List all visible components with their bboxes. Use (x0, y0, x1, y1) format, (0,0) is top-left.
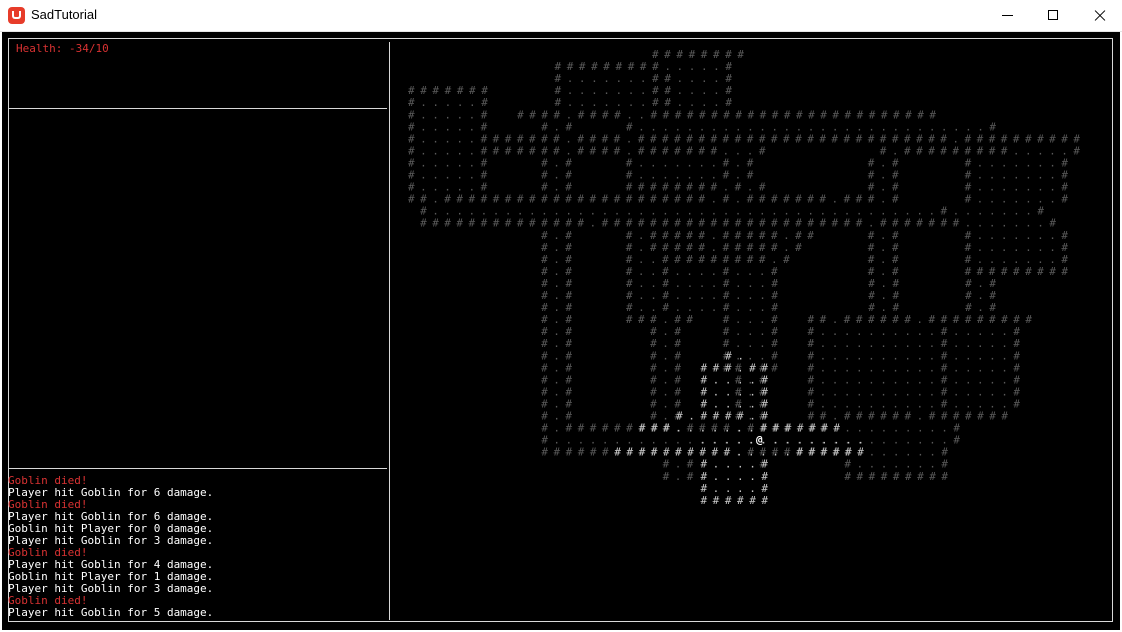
window-title: SadTutorial (31, 7, 97, 22)
map-row-explored: #.....# #.# #...........................… (408, 120, 996, 133)
map-row-explored: #########.....# (408, 60, 732, 73)
map-row-visible: #. (408, 349, 744, 362)
map-row-visible: #....# (408, 482, 768, 495)
map-row-explored: #.# #.# #...# #..........#.....# (408, 337, 1020, 350)
map-row-explored: ######## (408, 48, 744, 61)
map-row-explored: #.# #..#########.# #.# #.......# (408, 253, 1068, 266)
map-row-visible: ###.......####### (408, 422, 840, 435)
map-row-explored: #.# ###.## #...# ##.######.######### (408, 313, 1032, 326)
map-row-explored: #.......##....# (408, 72, 732, 85)
map-row-explored: #.# #.#####.#####.# #.# #.......# (408, 241, 1068, 254)
map-row-explored: #.......................................… (408, 205, 1044, 218)
minimize-button[interactable] (984, 0, 1030, 31)
dungeon-map[interactable]: ######## #########.....# #.......##....#… (392, 42, 1112, 620)
map-row-visible: #.####.# (408, 410, 768, 423)
map-row-explored: #.# #..#....#...# #.# ######### (408, 265, 1068, 278)
minimize-icon (1002, 15, 1013, 16)
map-row-explored: ####### #.......##....# (408, 84, 732, 97)
player-glyph: @ (756, 434, 763, 447)
map-grid[interactable]: ######## #########.....# #.......##....#… (392, 42, 1112, 620)
map-row-explored: #.# #..#....#...# #.# #.# (408, 277, 996, 290)
map-row-explored: #.....# #.......##....# (408, 96, 732, 109)
map-row-explored: ##############.######################.##… (408, 217, 1056, 230)
map-row-explored: #.................................# (408, 434, 960, 447)
map-row-explored: #.....#######.####.#######...# #.#######… (408, 144, 1080, 157)
map-row-explored: #.....# ####.####..#####################… (408, 108, 936, 121)
map-row-visible: ##########.....###### (408, 446, 876, 459)
close-button[interactable] (1076, 0, 1122, 31)
map-row-visible: #....# (408, 397, 768, 410)
maximize-button[interactable] (1030, 0, 1076, 31)
map-row-visible: #....# (408, 458, 768, 471)
map-row-visible: #....# (408, 373, 768, 386)
map-row-visible: ###.## (408, 361, 768, 374)
map-row-explored: #.#########.####.####.##..........# (408, 422, 960, 435)
map-row-visible: ###### (408, 494, 768, 507)
log-divider (9, 468, 387, 469)
app-icon (8, 7, 25, 24)
map-row-explored: #.# #.#####.#####.## #.# #.......# (408, 229, 1068, 242)
map-row-visible: #....# (408, 470, 768, 483)
panel-divider-vertical (389, 42, 390, 620)
log-message: Player hit Goblin for 5 damage. (8, 606, 214, 619)
map-row-explored: #.# #..#....#...# #.# #.# (408, 301, 996, 314)
game-viewport[interactable]: Health: -34/10 Goblin died! Player hit Go… (2, 32, 1120, 630)
title-bar: SadTutorial (0, 0, 1122, 32)
map-row-explored: #.....# #.# #.......#.# #.# #.......# (408, 156, 1068, 169)
map-row-visible: #....# (408, 385, 768, 398)
map-row-explored: #.# #.# #...# #..........#.....# (408, 325, 1020, 338)
message-log: Goblin died! Player hit Goblin for 6 dama… (8, 475, 384, 619)
map-row-explored: #.# #..#....#...# #.# #.# (408, 289, 996, 302)
maximize-icon (1048, 10, 1058, 20)
map-row-explored: #.....# #.# ########.#.# #.# #.......# (408, 181, 1068, 194)
map-row-explored: #.....#######.####.#####################… (408, 132, 1080, 145)
status-divider (9, 108, 387, 109)
map-row-explored: ##.######################.#.#######.###.… (408, 193, 1068, 206)
health-readout: Health: -34/10 (16, 42, 109, 55)
map-row-explored: #.....# #.# #.......#.# #.# #.......# (408, 169, 1068, 182)
